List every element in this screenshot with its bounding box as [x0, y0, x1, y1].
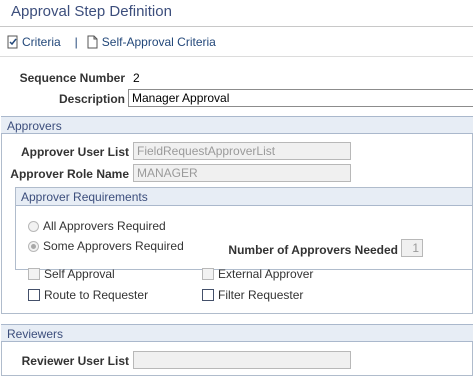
approver-user-list-label: Approver User List	[20, 145, 129, 159]
link-bar: Criteria | Self-Approval Criteria	[7, 33, 216, 51]
filter-requester-checkbox[interactable]	[202, 289, 214, 301]
approver-role-name-field	[133, 164, 351, 182]
approver-user-list-field	[133, 142, 351, 160]
route-to-requester-checkbox[interactable]	[28, 289, 40, 301]
sequence-number-label: Sequence Number	[19, 71, 125, 85]
approver-role-name-label: Approver Role Name	[10, 167, 129, 181]
some-approvers-required-radio[interactable]	[28, 241, 39, 252]
reviewer-user-list-label: Reviewer User List	[21, 354, 129, 368]
self-approval-checkbox[interactable]	[28, 268, 40, 280]
filter-requester-label: Filter Requester	[218, 288, 304, 302]
external-approver-checkbox[interactable]	[202, 268, 214, 280]
approver-requirements-header: Approver Requirements	[16, 188, 472, 206]
approvers-section-header: Approvers	[1, 116, 473, 134]
description-label: Description	[58, 92, 125, 106]
links-divider	[0, 56, 473, 57]
page-title: Approval Step Definition	[11, 3, 172, 20]
reviewer-user-list-field	[133, 351, 351, 369]
self-approval-criteria-link[interactable]: Self-Approval Criteria	[102, 35, 216, 49]
some-approvers-required-label: Some Approvers Required	[43, 239, 184, 253]
link-separator: |	[74, 35, 78, 49]
title-divider	[0, 26, 473, 27]
route-to-requester-label: Route to Requester	[44, 288, 149, 302]
document-icon[interactable]	[87, 35, 99, 49]
num-approvers-needed-field	[401, 239, 423, 257]
sequence-number-value: 2	[133, 71, 140, 85]
criteria-icon[interactable]	[7, 35, 19, 49]
all-approvers-required-radio[interactable]	[28, 221, 39, 232]
external-approver-label: External Approver	[218, 267, 314, 281]
reviewers-section-header: Reviewers	[1, 324, 473, 342]
all-approvers-required-label: All Approvers Required	[43, 219, 166, 233]
num-approvers-needed-label: Number of Approvers Needed	[228, 243, 398, 257]
self-approval-label: Self Approval	[44, 267, 115, 281]
criteria-link[interactable]: Criteria	[22, 35, 61, 49]
description-input[interactable]	[128, 89, 473, 107]
